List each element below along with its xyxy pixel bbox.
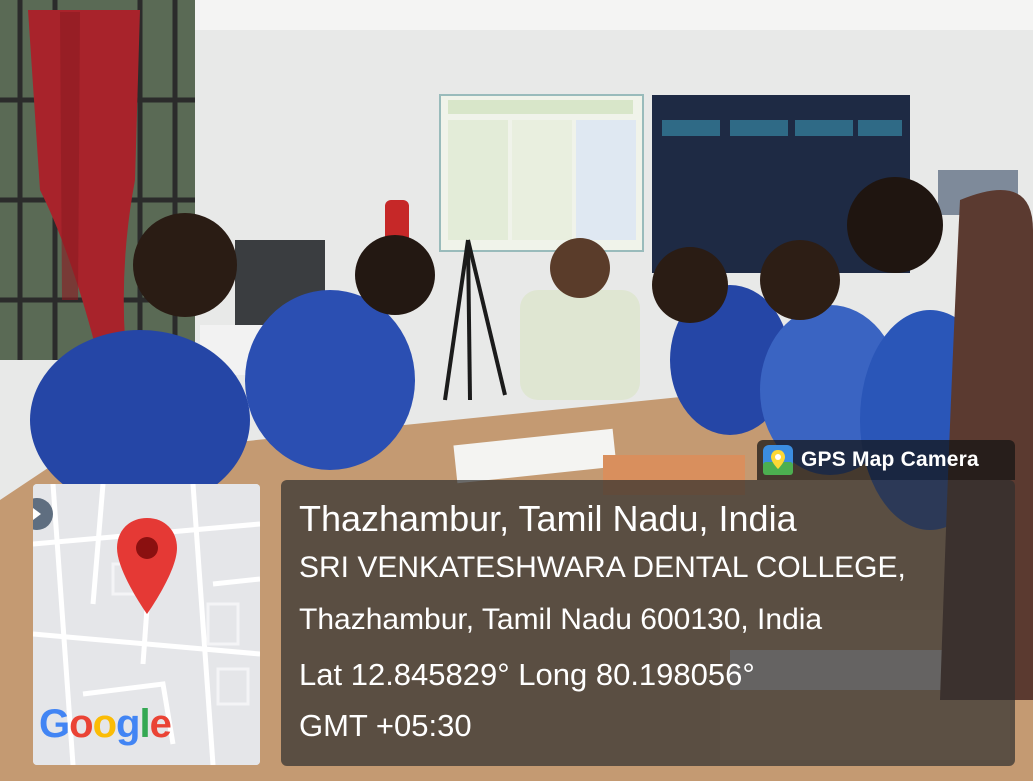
google-logo-letter: o (69, 702, 93, 746)
location-marker-icon (117, 518, 177, 614)
coordinates-line: Lat 12.845829° Long 80.198056° (299, 657, 755, 692)
location-info-panel: Thazhambur, Tamil Nadu, India SRI VENKAT… (281, 480, 1015, 766)
map-thumbnail: Google (33, 484, 260, 765)
gps-overlay: GPS Map Camera Google Thazhambur, Tamil … (0, 0, 1033, 781)
google-logo-letter: G (39, 702, 70, 746)
timezone-line: GMT +05:30 (299, 708, 472, 743)
google-logo-letter: l (139, 702, 150, 746)
address-line: Thazhambur, Tamil Nadu 600130, India (299, 603, 823, 636)
map-pin-app-icon (763, 445, 793, 475)
google-logo: Google (39, 702, 172, 747)
gps-map-camera-badge: GPS Map Camera (757, 440, 1015, 480)
google-logo-letter: e (149, 702, 172, 746)
google-logo-letter: g (116, 702, 140, 746)
place-name: SRI VENKATESHWARA DENTAL COLLEGE, (299, 551, 906, 584)
app-name-label: GPS Map Camera (801, 448, 979, 471)
google-logo-letter: o (92, 702, 117, 746)
city-line: Thazhambur, Tamil Nadu, India (299, 498, 797, 539)
